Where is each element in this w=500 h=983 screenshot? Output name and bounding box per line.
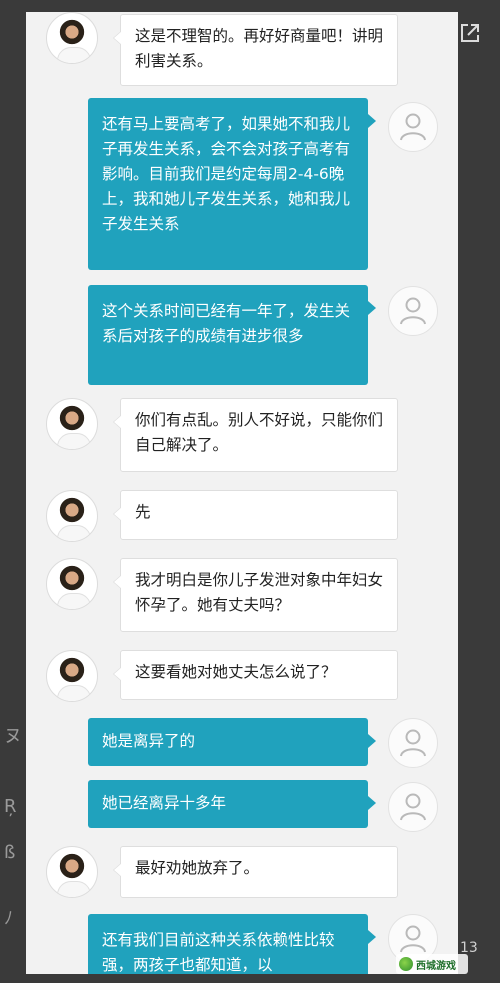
user-avatar-icon[interactable] bbox=[388, 102, 438, 152]
user-avatar-icon[interactable] bbox=[388, 286, 438, 336]
watermark-logo-icon bbox=[399, 957, 413, 971]
doctor-avatar[interactable] bbox=[46, 558, 98, 610]
background-glyph: ヌ bbox=[4, 726, 22, 747]
watermark: 西城游戏 bbox=[396, 954, 468, 974]
background-glyph: Ŗ bbox=[4, 796, 17, 817]
user-avatar-icon[interactable] bbox=[388, 782, 438, 832]
user-avatar-icon[interactable] bbox=[388, 718, 438, 768]
chat-bubble-user: 她是离异了的 bbox=[88, 718, 376, 766]
chat-bubble-doctor: 最好劝她放弃了。 bbox=[113, 846, 398, 898]
chat-bubble-user: 这个关系时间已经有一年了，发生关系后对孩子的成绩有进步很多 bbox=[88, 285, 376, 385]
doctor-avatar[interactable] bbox=[46, 398, 98, 450]
chat-bubble-user: 她已经离异十多年 bbox=[88, 780, 376, 828]
doctor-avatar[interactable] bbox=[46, 490, 98, 542]
chat-bubble-doctor: 先 bbox=[113, 490, 398, 540]
background-glyph: ﾉ bbox=[4, 908, 13, 929]
doctor-avatar[interactable] bbox=[46, 12, 98, 64]
watermark-text: 西城游戏 bbox=[416, 960, 456, 972]
doctor-avatar[interactable] bbox=[46, 650, 98, 702]
background-glyph: ß bbox=[4, 842, 16, 863]
chat-bubble-user: 还有我们目前这种关系依赖性比较强，两孩子也都知道，以 bbox=[88, 914, 376, 974]
doctor-avatar[interactable] bbox=[46, 846, 98, 898]
chat-bubble-doctor: 我才明白是你儿子发泄对象中年妇女怀孕了。她有丈夫吗？ bbox=[113, 558, 398, 632]
chat-bubble-doctor: 这是不理智的。再好好商量吧！讲明利害关系。 bbox=[113, 14, 398, 86]
chat-bubble-user: 还有马上要高考了，如果她不和我儿子再发生关系，会不会对孩子高考有影响。目前我们是… bbox=[88, 98, 376, 270]
chat-bubble-doctor: 你们有点乱。别人不好说，只能你们自己解决了。 bbox=[113, 398, 398, 472]
external-link-icon[interactable] bbox=[459, 22, 481, 44]
chat-screen: 这是不理智的。再好好商量吧！讲明利害关系。 还有马上要高考了，如果她不和我儿子再… bbox=[26, 12, 458, 974]
chat-bubble-doctor: 这要看她对她丈夫怎么说了？ bbox=[113, 650, 398, 700]
